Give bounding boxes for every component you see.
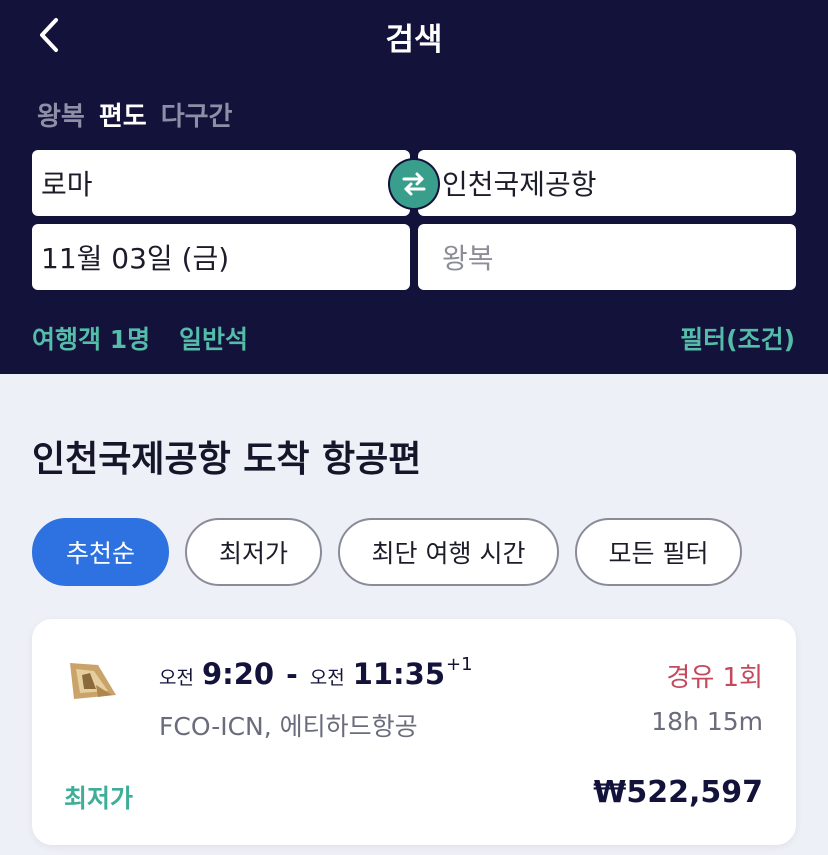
search-header: 검색 왕복 편도 다구간 로마 인천국제공항 11월 03일 (금) 왕복 여행…	[0, 0, 828, 374]
chip-fastest[interactable]: 최단 여행 시간	[338, 518, 559, 586]
tab-round-trip[interactable]: 왕복	[37, 96, 85, 133]
swap-arrows-icon	[402, 172, 426, 196]
day-offset: +1	[446, 654, 473, 675]
time-dash: -	[286, 658, 298, 691]
cheapest-badge: 최저가	[64, 784, 134, 813]
cabin-link[interactable]: 일반석	[179, 320, 248, 356]
flight-price: ₩522,597	[593, 775, 763, 810]
route-airline: FCO-ICN, 에티하드항공	[159, 712, 418, 741]
swap-button[interactable]	[390, 160, 438, 208]
flight-duration: 18h 15m	[651, 707, 763, 736]
depart-date-field[interactable]: 11월 03일 (금)	[32, 224, 410, 290]
depart-time: 9:20	[201, 657, 275, 691]
destination-field[interactable]: 인천국제공항	[418, 150, 796, 216]
chip-recommended[interactable]: 추천순	[32, 518, 169, 586]
flight-times: 오전 9:20 - 오전 11:35 +1	[159, 654, 473, 691]
filter-link[interactable]: 필터(조건)	[680, 320, 795, 356]
stops-count: 경유 1회	[666, 663, 763, 693]
return-date-field[interactable]: 왕복	[418, 224, 796, 290]
airline-logo	[68, 659, 120, 707]
chip-cheapest[interactable]: 최저가	[185, 518, 322, 586]
tab-multi-city[interactable]: 다구간	[161, 96, 233, 133]
depart-ampm: 오전	[159, 667, 194, 689]
origin-field[interactable]: 로마	[32, 150, 410, 216]
flight-card[interactable]: 오전 9:20 - 오전 11:35 +1 FCO-ICN, 에티하드항공 경유…	[32, 619, 796, 845]
chip-all-filters[interactable]: 모든 필터	[575, 518, 742, 586]
results-title: 인천국제공항 도착 항공편	[32, 439, 422, 480]
arrive-time: 11:35	[352, 657, 446, 691]
tab-one-way[interactable]: 편도	[99, 96, 147, 133]
passengers-link[interactable]: 여행객 1명	[32, 320, 150, 356]
trip-type-tabs: 왕복 편도 다구간	[37, 96, 232, 133]
arrive-ampm: 오전	[309, 667, 345, 689]
page-title: 검색	[385, 22, 443, 58]
